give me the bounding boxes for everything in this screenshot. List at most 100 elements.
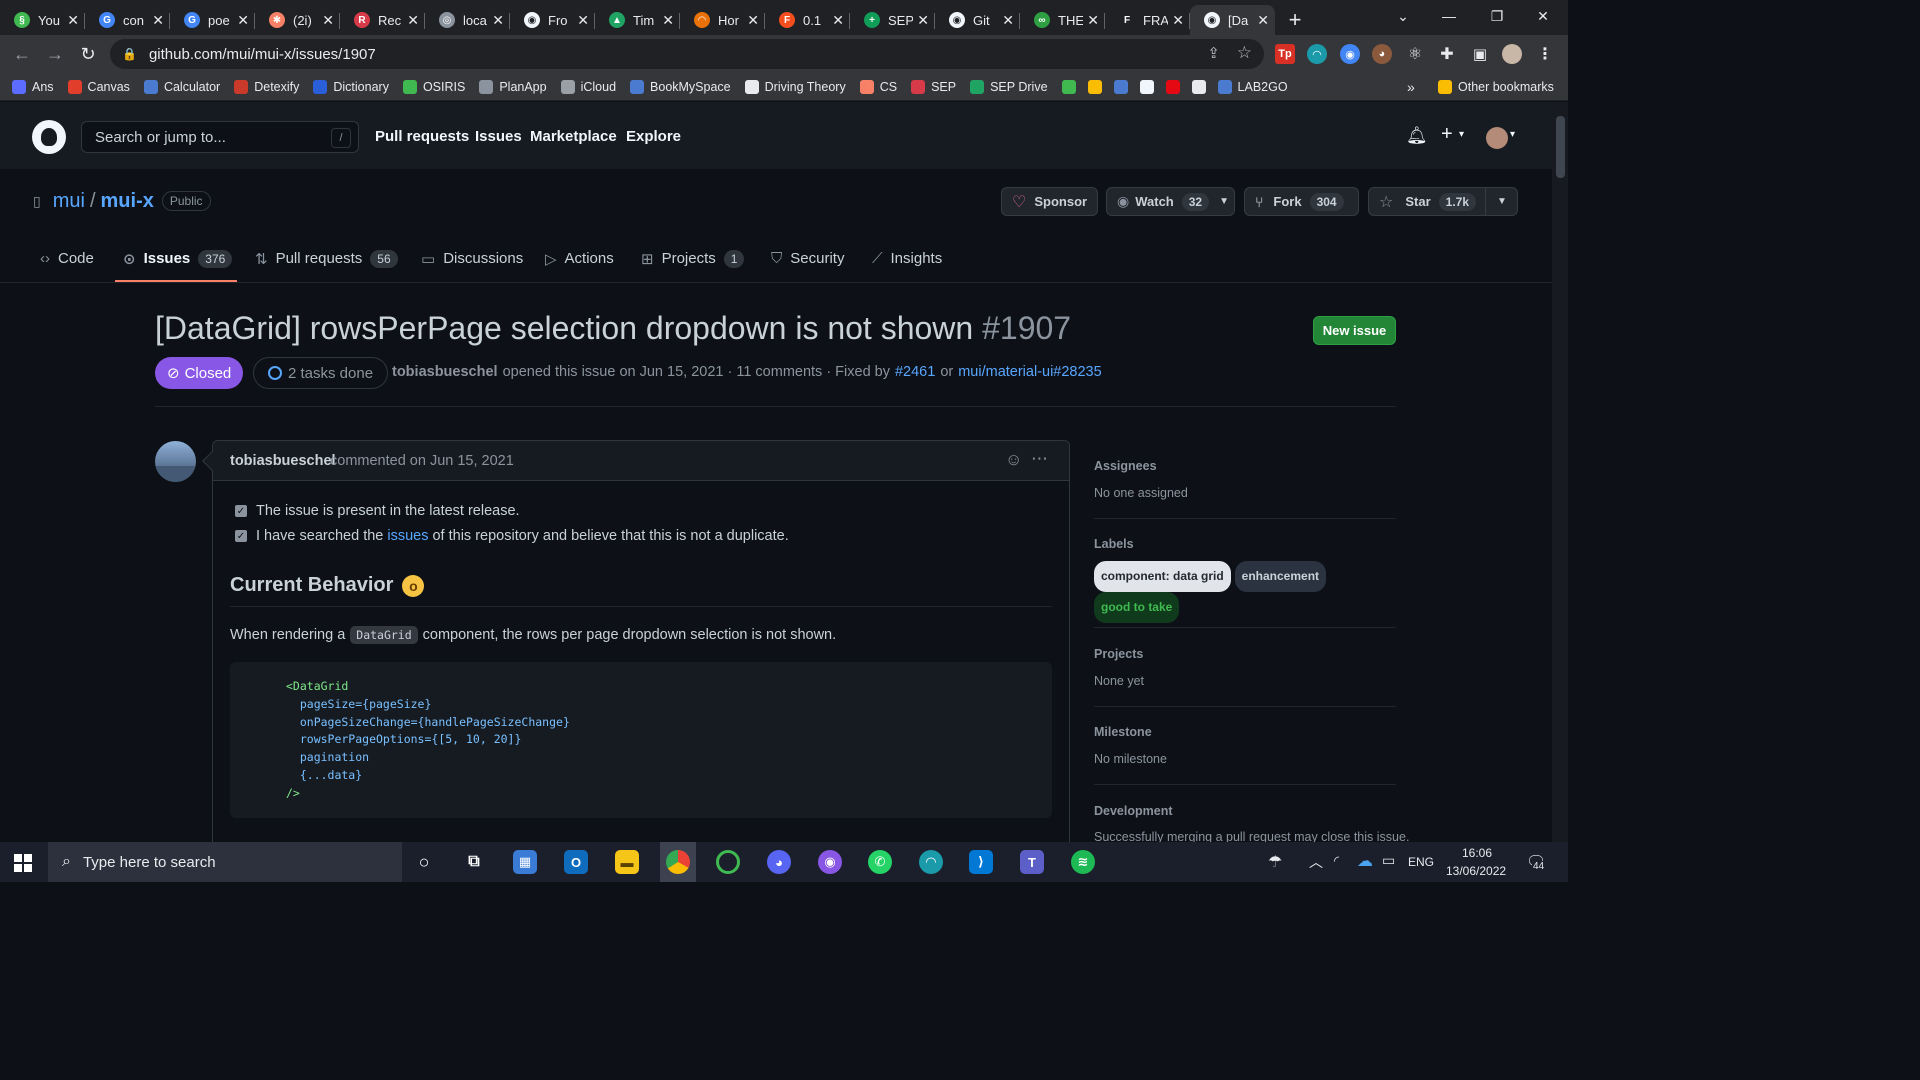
bookmark-star-icon[interactable]: ☆ xyxy=(1237,43,1252,63)
whatsapp-icon[interactable]: ✆ xyxy=(868,850,892,874)
sponsor-button[interactable]: ♡ Sponsor xyxy=(1001,187,1098,216)
browser-tab[interactable]: ∞ THE ✕ xyxy=(1020,5,1105,35)
notifications-bell-icon[interactable]: 🔔︎ xyxy=(1406,126,1428,146)
bookmark-item[interactable] xyxy=(1113,79,1134,94)
tab-discussions[interactable]: ▭ Discussions xyxy=(421,250,523,282)
bookmark-item[interactable] xyxy=(1061,79,1082,94)
browser-tab[interactable]: ◠ Hor ✕ xyxy=(680,5,765,35)
file-explorer-icon[interactable]: ▬ xyxy=(615,850,639,874)
label-good-to-take[interactable]: good to take xyxy=(1094,592,1180,623)
outlook-app-icon[interactable]: O xyxy=(564,850,588,874)
bookmark-item[interactable] xyxy=(1087,79,1108,94)
close-tab-icon[interactable]: ✕ xyxy=(662,12,674,29)
bookmark-item[interactable] xyxy=(1165,79,1186,94)
vscode-icon[interactable]: ⟩ xyxy=(969,850,993,874)
taskbar-search-input[interactable]: ⌕ Type here to search xyxy=(48,842,402,882)
weather-umbrella-icon[interactable]: ☂ xyxy=(1268,852,1282,872)
tab-code[interactable]: ‹› Code xyxy=(40,250,94,282)
close-tab-icon[interactable]: ✕ xyxy=(237,12,249,29)
cortana-icon[interactable]: ○ xyxy=(412,850,436,874)
browser-tab[interactable]: + SEP ✕ xyxy=(850,5,935,35)
new-tab-button[interactable]: + xyxy=(1275,5,1315,35)
assignees-heading[interactable]: Assignees xyxy=(1094,459,1157,473)
nav-issues[interactable]: Issues xyxy=(475,128,522,145)
new-issue-button[interactable]: New issue xyxy=(1313,316,1396,345)
close-tab-icon[interactable]: ✕ xyxy=(407,12,419,29)
bookmark-item[interactable]: Detexify xyxy=(234,79,299,94)
checkbox[interactable]: ✓ xyxy=(235,505,247,517)
tab-insights[interactable]: ⟋ Insights xyxy=(872,250,942,282)
label-component-data-grid[interactable]: component: data grid xyxy=(1094,561,1231,592)
close-tab-icon[interactable]: ✕ xyxy=(747,12,759,29)
browser-tab[interactable]: ✱ (2i) ✕ xyxy=(255,5,340,35)
user-avatar[interactable] xyxy=(1486,127,1508,149)
nav-pull-requests[interactable]: Pull requests xyxy=(375,128,469,145)
close-tab-icon[interactable]: ✕ xyxy=(152,12,164,29)
bookmark-item[interactable]: CS xyxy=(859,79,897,94)
extension-de-icon[interactable]: ◉ xyxy=(1340,44,1360,64)
fix-pr-link[interactable]: #2461 xyxy=(895,364,935,380)
bookmark-item[interactable]: SEP xyxy=(911,79,956,94)
forward-icon[interactable]: → xyxy=(42,41,68,67)
close-tab-icon[interactable]: ✕ xyxy=(322,12,334,29)
onedrive-icon[interactable]: ☁ xyxy=(1357,851,1373,871)
checkbox[interactable]: ✓ xyxy=(235,530,247,542)
comment-timestamp[interactable]: commented on Jun 15, 2021 xyxy=(330,453,514,469)
app-icon[interactable]: ◠ xyxy=(919,850,943,874)
repo-owner-link[interactable]: mui xyxy=(53,190,85,213)
browser-tab[interactable]: F 0.1 ✕ xyxy=(765,5,850,35)
issues-link[interactable]: issues xyxy=(387,528,428,544)
tab-issues[interactable]: ⊙ Issues 376 xyxy=(123,250,233,282)
restore-icon[interactable]: ❐ xyxy=(1474,0,1520,32)
share-icon[interactable]: ⇪ xyxy=(1207,44,1220,62)
browser-tab[interactable]: ▲ Tim ✕ xyxy=(595,5,680,35)
nav-marketplace[interactable]: Marketplace xyxy=(530,128,617,145)
commenter-avatar[interactable] xyxy=(155,441,196,482)
repo-name-link[interactable]: mui-x xyxy=(101,190,154,213)
app-icon[interactable] xyxy=(716,850,740,874)
browser-tab[interactable]: ◉ Fro ✕ xyxy=(510,5,595,35)
chrome-taskbar-item[interactable] xyxy=(660,842,696,882)
side-panel-icon[interactable]: ▣ xyxy=(1470,44,1490,64)
clock-time[interactable]: 16:06 xyxy=(1462,846,1492,860)
browser-tab[interactable]: F FRA ✕ xyxy=(1105,5,1190,35)
bookmark-item[interactable]: PlanApp xyxy=(479,79,547,94)
close-tab-icon[interactable]: ✕ xyxy=(67,12,79,29)
close-tab-icon[interactable]: ✕ xyxy=(1002,12,1014,29)
bookmark-item[interactable]: Dictionary xyxy=(313,79,389,94)
close-tab-icon[interactable]: ✕ xyxy=(832,12,844,29)
profile-avatar[interactable] xyxy=(1502,44,1522,64)
fix-pr-link[interactable]: mui/material-ui#28235 xyxy=(958,364,1101,380)
browser-tab[interactable]: ◉ [Da ✕ xyxy=(1190,5,1275,35)
close-tab-icon[interactable]: ✕ xyxy=(492,12,504,29)
tab-pull-requests[interactable]: ⇅ Pull requests 56 xyxy=(255,250,398,282)
minimize-icon[interactable]: — xyxy=(1426,0,1472,32)
label-enhancement[interactable]: enhancement xyxy=(1234,561,1327,592)
teams-icon[interactable]: T xyxy=(1020,850,1044,874)
chevron-up-icon[interactable]: ︿ xyxy=(1309,852,1323,872)
development-heading[interactable]: Development xyxy=(1094,804,1173,818)
search-input[interactable]: Search or jump to... / xyxy=(81,121,359,153)
back-icon[interactable]: ← xyxy=(9,41,35,67)
browser-tab[interactable]: § You ✕ xyxy=(0,5,85,35)
add-reaction-icon[interactable]: ☺ xyxy=(1005,450,1022,470)
bookmark-item[interactable]: Ans xyxy=(12,79,54,94)
tab-search-icon[interactable]: ⌄ xyxy=(1380,0,1426,32)
tab-security[interactable]: ⛉ Security xyxy=(771,250,844,282)
bookmark-item[interactable] xyxy=(1139,79,1160,94)
more-options-icon[interactable]: ⋯ xyxy=(1031,449,1048,469)
projects-heading[interactable]: Projects xyxy=(1094,647,1143,661)
github-desktop-icon[interactable]: ◉ xyxy=(818,850,842,874)
extension-tp-icon[interactable]: Tp xyxy=(1275,44,1295,64)
windows-start-icon[interactable] xyxy=(14,854,32,872)
tab-actions[interactable]: ▷ Actions xyxy=(545,250,614,282)
github-logo-icon[interactable] xyxy=(32,120,66,154)
bookmark-item[interactable]: iCloud xyxy=(560,79,616,94)
page-scrollbar[interactable] xyxy=(1552,102,1568,842)
bookmark-item[interactable]: BookMySpace xyxy=(630,79,731,94)
star-button[interactable]: ☆ Star 1.7k ▼ xyxy=(1368,187,1518,216)
nav-explore[interactable]: Explore xyxy=(626,128,681,145)
extensions-puzzle-icon[interactable]: ✚ xyxy=(1437,44,1457,64)
spotify-icon[interactable]: ≋ xyxy=(1071,850,1095,874)
close-tab-icon[interactable]: ✕ xyxy=(917,12,929,29)
